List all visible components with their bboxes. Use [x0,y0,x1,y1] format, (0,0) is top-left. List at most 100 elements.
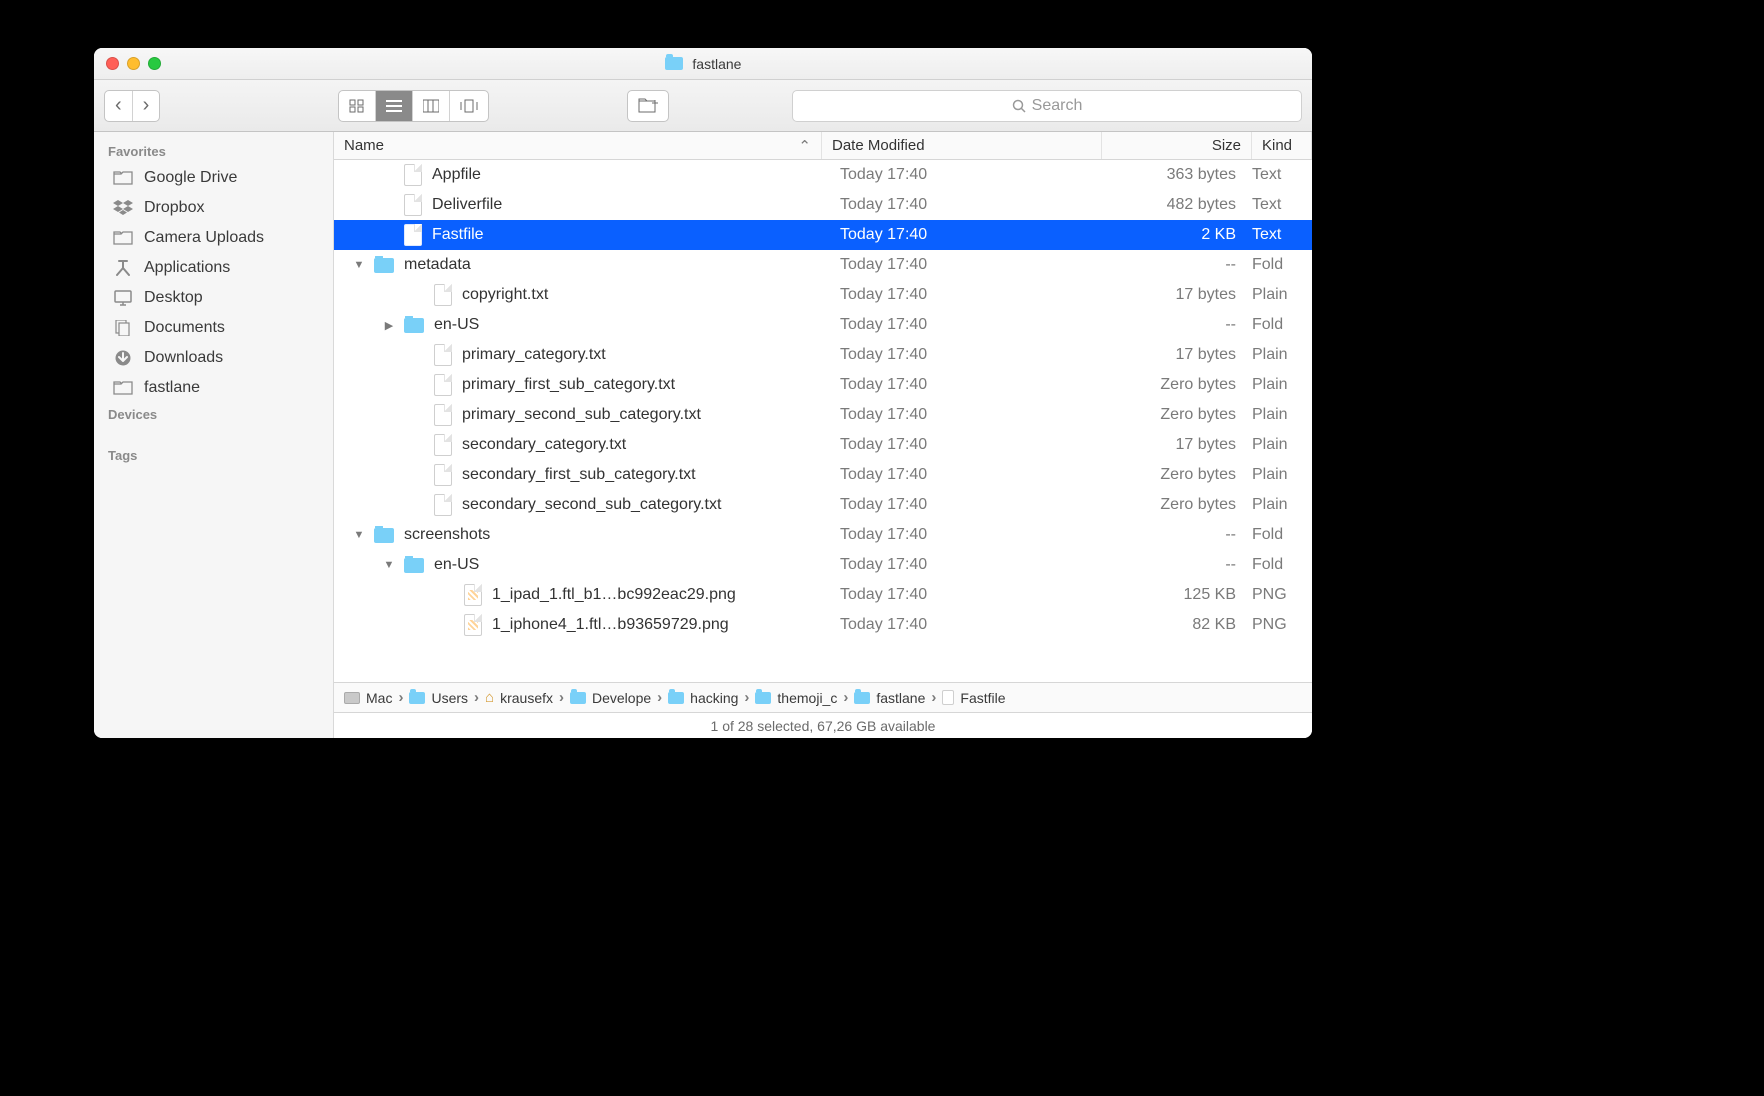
new-folder-icon [638,98,658,113]
disclosure-triangle-icon[interactable]: ▼ [352,529,366,541]
disclosure-triangle-icon[interactable]: ▶ [382,319,396,332]
zoom-window-button[interactable] [148,57,161,70]
path-segment[interactable]: themoji_c [755,690,837,706]
sidebar-item-label: Downloads [144,349,223,367]
search-field[interactable]: Search [792,90,1302,122]
path-segment[interactable]: ⌂krausefx [485,689,553,706]
file-size: Zero bytes [1102,376,1252,394]
folder-icon [854,692,870,704]
file-size: 17 bytes [1102,346,1252,364]
close-window-button[interactable] [106,57,119,70]
sidebar-item[interactable]: Applications [94,253,333,283]
forward-button[interactable]: › [132,91,160,121]
file-row[interactable]: ▼screenshotsToday 17:40--Fold [334,520,1312,550]
path-segment[interactable]: Fastfile [942,690,1005,706]
file-kind: PNG [1252,616,1312,634]
image-file-icon [464,614,482,636]
folder-icon [404,558,424,573]
sidebar-section-header: Favorites [94,140,333,163]
path-segment[interactable]: Develope [570,690,651,706]
sidebar-item[interactable]: Dropbox [94,193,333,223]
file-size: 482 bytes [1102,196,1252,214]
chevron-right-icon: › [559,689,564,706]
file-name: Fastfile [432,226,484,244]
path-segment[interactable]: Mac [344,690,392,706]
file-icon [434,284,452,306]
columns-icon [423,99,439,113]
column-date[interactable]: Date Modified [822,132,1102,159]
file-row[interactable]: primary_category.txtToday 17:4017 bytesP… [334,340,1312,370]
path-segment[interactable]: fastlane [854,690,925,706]
file-icon [434,404,452,426]
new-folder-button[interactable] [628,91,668,121]
file-row[interactable]: FastfileToday 17:402 KBText [334,220,1312,250]
folder-icon [113,230,133,246]
file-row[interactable]: primary_first_sub_category.txtToday 17:4… [334,370,1312,400]
titlebar[interactable]: fastlane [94,48,1312,80]
file-kind: Fold [1252,316,1312,334]
file-row[interactable]: secondary_category.txtToday 17:4017 byte… [334,430,1312,460]
sidebar-item[interactable]: Desktop [94,283,333,313]
file-row[interactable]: secondary_second_sub_category.txtToday 1… [334,490,1312,520]
column-name[interactable]: Name ⌃ [334,132,822,159]
file-icon [434,494,452,516]
folder-icon [113,380,133,396]
back-button[interactable]: ‹ [105,91,132,121]
file-size: -- [1102,316,1252,334]
file-icon [434,464,452,486]
file-name: primary_second_sub_category.txt [462,406,701,424]
sidebar-item-label: Dropbox [144,199,204,217]
sidebar-item[interactable]: Camera Uploads [94,223,333,253]
file-row[interactable]: AppfileToday 17:40363 bytesText [334,160,1312,190]
file-row[interactable]: ▼en-USToday 17:40--Fold [334,550,1312,580]
file-kind: Fold [1252,556,1312,574]
file-row[interactable]: ▶en-USToday 17:40--Fold [334,310,1312,340]
path-label: themoji_c [777,690,837,706]
file-size: 363 bytes [1102,166,1252,184]
file-date: Today 17:40 [822,256,1102,274]
view-list-button[interactable] [375,91,412,121]
sidebar-item-label: Google Drive [144,169,237,187]
file-row[interactable]: DeliverfileToday 17:40482 bytesText [334,190,1312,220]
column-kind[interactable]: Kind [1252,132,1312,159]
file-name: 1_ipad_1.ftl_b1…bc992eac29.png [492,586,736,604]
file-size: 17 bytes [1102,286,1252,304]
path-segment[interactable]: Users [409,690,468,706]
disclosure-triangle-icon[interactable]: ▼ [352,259,366,271]
path-bar[interactable]: Mac›Users›⌂krausefx›Develope›hacking›the… [334,682,1312,712]
chevron-right-icon: › [931,689,936,706]
disclosure-triangle-icon[interactable]: ▼ [382,559,396,571]
sidebar-section-header: Devices [94,403,333,426]
sidebar-item[interactable]: Downloads [94,343,333,373]
file-kind: PNG [1252,586,1312,604]
file-row[interactable]: ▼metadataToday 17:40--Fold [334,250,1312,280]
file-name: secondary_second_sub_category.txt [462,496,721,514]
sidebar-item[interactable]: Documents [94,313,333,343]
file-row[interactable]: primary_second_sub_category.txtToday 17:… [334,400,1312,430]
view-columns-button[interactable] [412,91,449,121]
file-name: secondary_first_sub_category.txt [462,466,696,484]
folder-icon [755,692,771,704]
file-date: Today 17:40 [822,196,1102,214]
file-size: Zero bytes [1102,466,1252,484]
view-gallery-button[interactable] [449,91,488,121]
sidebar-item-label: Camera Uploads [144,229,264,247]
sidebar-section-header: Tags [94,444,333,467]
sidebar-item[interactable]: Google Drive [94,163,333,193]
path-segment[interactable]: hacking [668,690,738,706]
file-row[interactable]: copyright.txtToday 17:4017 bytesPlain [334,280,1312,310]
file-rows: AppfileToday 17:40363 bytesTextDeliverfi… [334,160,1312,682]
view-icons-button[interactable] [339,91,375,121]
file-row[interactable]: 1_iphone4_1.ftl…b93659729.pngToday 17:40… [334,610,1312,640]
column-size[interactable]: Size [1102,132,1252,159]
sidebar-item[interactable]: fastlane [94,373,333,403]
folder-icon [404,318,424,333]
minimize-window-button[interactable] [127,57,140,70]
list-icon [386,99,402,113]
file-row[interactable]: 1_ipad_1.ftl_b1…bc992eac29.pngToday 17:4… [334,580,1312,610]
finder-window: fastlane ‹ › [94,48,1312,738]
file-size: 82 KB [1102,616,1252,634]
file-kind: Plain [1252,346,1312,364]
file-row[interactable]: secondary_first_sub_category.txtToday 17… [334,460,1312,490]
file-kind: Plain [1252,496,1312,514]
